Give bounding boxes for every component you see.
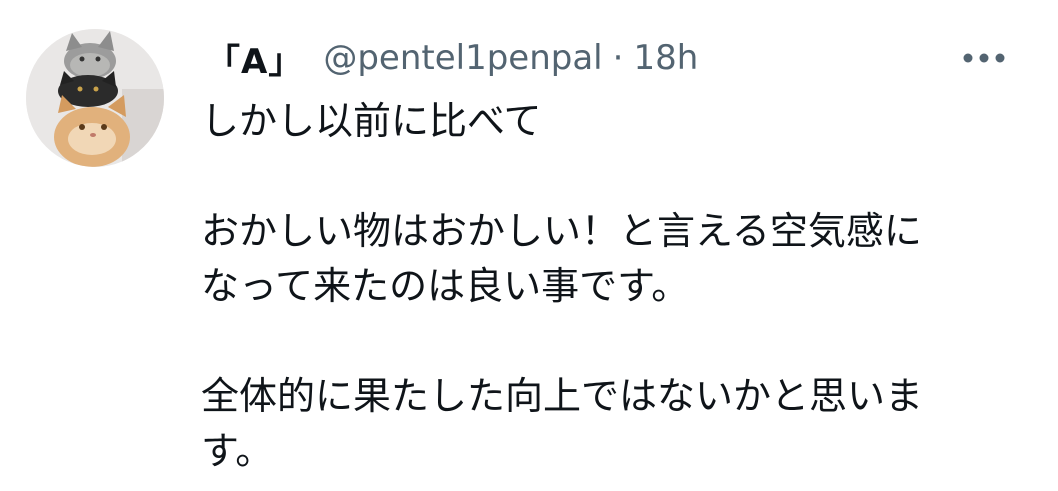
- more-options-button[interactable]: [958, 40, 1010, 76]
- tweet-text-line: しかし以前に比べて: [201, 99, 542, 143]
- tweet-card[interactable]: 「A」 @pentel1penpal · 18h しかし以前に比べて おかしい物…: [0, 0, 1058, 491]
- tweet-text: しかし以前に比べて おかしい物はおかしい！と言える空気感に なって来たのは良い事…: [201, 94, 1021, 479]
- tweet-text-line: 全体的に果たした向上ではないかと思いま: [201, 374, 924, 418]
- tweet-text-line: す。: [201, 429, 274, 473]
- user-handle[interactable]: @pentel1penpal: [323, 38, 602, 78]
- more-horizontal-icon: [963, 53, 1005, 63]
- display-name[interactable]: 「A」: [206, 34, 303, 83]
- tweet-header: 「A」 @pentel1penpal · 18h: [206, 34, 698, 83]
- avatar[interactable]: [26, 29, 164, 167]
- timestamp[interactable]: 18h: [633, 38, 698, 78]
- tweet-text-line: おかしい物はおかしい！と言える空気感に: [201, 209, 922, 253]
- cats-avatar-icon: [26, 29, 164, 167]
- tweet-text-line: なって来たのは良い事です。: [201, 264, 690, 308]
- separator-dot: ·: [612, 38, 624, 78]
